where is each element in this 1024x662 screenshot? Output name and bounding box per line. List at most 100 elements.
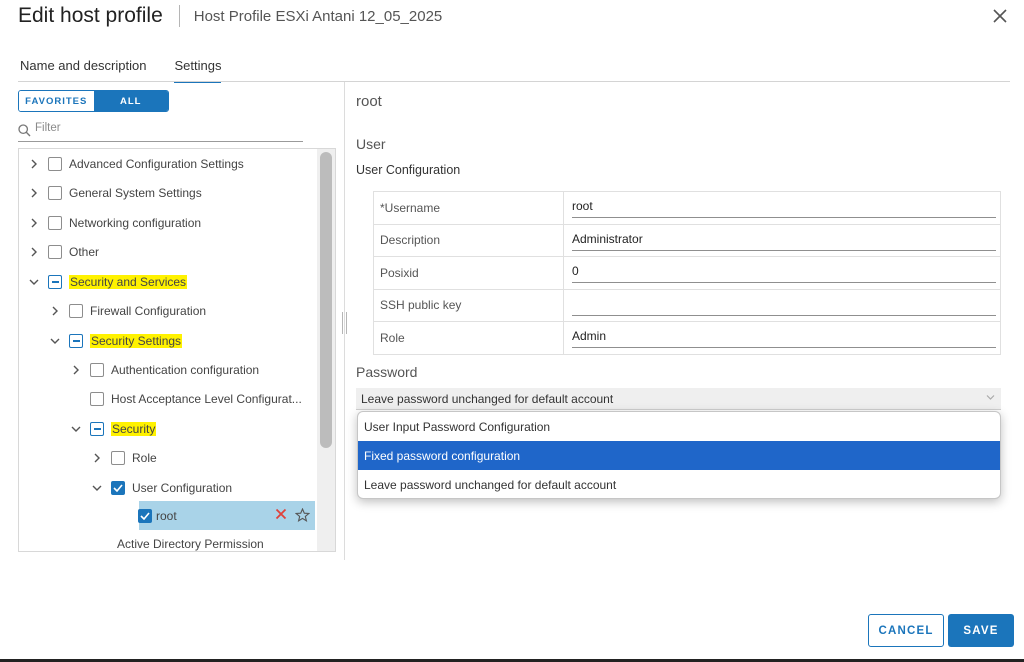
- tree-checkbox[interactable]: [69, 334, 83, 348]
- chevron-right-icon[interactable]: [69, 363, 83, 377]
- password-select[interactable]: Leave password unchanged for default acc…: [356, 388, 1001, 410]
- option-fixed-password[interactable]: Fixed password configuration: [358, 441, 1000, 470]
- tree-checkbox[interactable]: [48, 157, 62, 171]
- field-label: SSH public key: [373, 288, 564, 322]
- settings-tree: Advanced Configuration Settings General …: [18, 148, 336, 552]
- tree-item-label: Other: [69, 245, 100, 259]
- role-field[interactable]: Admin: [572, 327, 996, 349]
- tree-item-label: Security and Services: [69, 275, 188, 289]
- save-button[interactable]: SAVE: [948, 614, 1014, 647]
- tree-checkbox[interactable]: [69, 304, 83, 318]
- tree-item-active-directory-permission[interactable]: Active Directory Permission: [117, 532, 264, 551]
- favorites-toggle-button[interactable]: FAVORITES: [19, 91, 94, 111]
- user-config-table: *Username root Description Administrator…: [373, 191, 1001, 355]
- tree-item-host-acceptance-level[interactable]: Host Acceptance Level Configurat...: [90, 387, 302, 411]
- tree-item-security[interactable]: Security: [69, 417, 157, 441]
- tree-item-label: Authentication configuration: [111, 363, 260, 377]
- table-row: *Username root: [373, 191, 1001, 225]
- root-row-actions: [275, 508, 310, 522]
- tree-item-security-and-services[interactable]: Security and Services: [27, 270, 188, 294]
- dialog-header: Edit host profile Host Profile ESXi Anta…: [18, 4, 442, 28]
- chevron-right-icon[interactable]: [90, 451, 104, 465]
- tree-checkbox[interactable]: [111, 451, 125, 465]
- filter-box: [18, 120, 303, 142]
- subsection-heading: User Configuration: [356, 163, 461, 177]
- tree-item-role[interactable]: Role: [90, 446, 157, 470]
- tree-item-label: General System Settings: [69, 186, 202, 200]
- tree-item-label: Security Settings: [90, 334, 183, 348]
- posixid-field[interactable]: 0: [572, 262, 996, 284]
- tree-item-label: Advanced Configuration Settings: [69, 157, 244, 171]
- tree-item-label: Active Directory Permission: [117, 537, 264, 551]
- chevron-right-icon[interactable]: [27, 186, 41, 200]
- settings-tree-pane: FAVORITES ALL Advanced Configuration Set…: [18, 90, 336, 552]
- all-toggle-button[interactable]: ALL: [93, 91, 168, 111]
- tree-checkbox[interactable]: [138, 509, 152, 523]
- option-leave-password-unchanged[interactable]: Leave password unchanged for default acc…: [358, 470, 1000, 498]
- tree-item-label: Role: [132, 451, 157, 465]
- option-user-input-password[interactable]: User Input Password Configuration: [358, 412, 1000, 441]
- tree-item-security-settings[interactable]: Security Settings: [48, 329, 183, 353]
- detail-title: root: [356, 93, 382, 110]
- section-heading: User: [356, 136, 386, 152]
- tree-item-label: Security: [111, 422, 157, 436]
- table-row: Description Administrator: [373, 223, 1001, 257]
- tab-settings[interactable]: Settings: [174, 58, 222, 83]
- tree-item-label: User Configuration: [132, 481, 233, 495]
- tree-checkbox[interactable]: [111, 481, 125, 495]
- close-button[interactable]: [986, 2, 1014, 30]
- description-field[interactable]: Administrator: [572, 230, 996, 251]
- chevron-right-icon[interactable]: [48, 304, 62, 318]
- chevron-right-icon[interactable]: [27, 245, 41, 259]
- star-icon[interactable]: [295, 508, 310, 522]
- filter-input[interactable]: [35, 122, 295, 134]
- password-dropdown-menu: User Input Password Configuration Fixed …: [357, 411, 1001, 499]
- tree-item-label: Firewall Configuration: [90, 304, 207, 318]
- dialog-subtitle: Host Profile ESXi Antani 12_05_2025: [193, 7, 443, 25]
- table-row: Role Admin: [373, 321, 1001, 355]
- table-row: Posixid 0: [373, 256, 1001, 290]
- checkmark-icon: [113, 484, 123, 492]
- chevron-down-icon[interactable]: [69, 422, 83, 436]
- chevron-down-icon[interactable]: [90, 481, 104, 495]
- tab-name-and-description[interactable]: Name and description: [20, 58, 146, 83]
- tree-item-advanced-configuration-settings[interactable]: Advanced Configuration Settings: [27, 152, 244, 176]
- username-field[interactable]: root: [572, 197, 996, 219]
- tree-item-label: root: [156, 509, 177, 523]
- remove-icon[interactable]: [275, 508, 287, 520]
- tree-item-user-configuration[interactable]: User Configuration: [90, 476, 232, 500]
- checkmark-icon: [140, 512, 150, 520]
- tree-item-other[interactable]: Other: [27, 240, 99, 264]
- chevron-down-icon: [986, 395, 995, 400]
- tree-checkbox[interactable]: [48, 245, 62, 259]
- tree-checkbox[interactable]: [90, 422, 104, 436]
- tree-checkbox[interactable]: [90, 363, 104, 377]
- tree-checkbox[interactable]: [48, 216, 62, 230]
- tree-checkbox[interactable]: [48, 275, 62, 289]
- tree-item-networking-configuration[interactable]: Networking configuration: [27, 211, 201, 235]
- cancel-button[interactable]: CANCEL: [868, 614, 944, 647]
- tree-item-authentication-configuration[interactable]: Authentication configuration: [69, 358, 259, 382]
- password-label: Password: [356, 364, 418, 380]
- tree-checkbox[interactable]: [48, 186, 62, 200]
- tree-scrollbar-track[interactable]: [317, 149, 335, 551]
- splitter-handle[interactable]: [342, 312, 347, 334]
- tree-item-root[interactable]: root: [138, 504, 177, 528]
- dialog-title: Edit host profile: [18, 4, 163, 27]
- view-toggle: FAVORITES ALL: [18, 90, 169, 112]
- password-select-value: Leave password unchanged for default acc…: [361, 391, 614, 406]
- tree-item-label: Networking configuration: [69, 216, 202, 230]
- table-row: SSH public key: [373, 288, 1001, 322]
- chevron-down-icon[interactable]: [48, 334, 62, 348]
- chevron-right-icon[interactable]: [27, 157, 41, 171]
- tree-item-label: Host Acceptance Level Configurat...: [111, 392, 302, 406]
- field-label: *Username: [373, 191, 564, 225]
- tree-item-firewall-configuration[interactable]: Firewall Configuration: [48, 299, 206, 323]
- tree-scrollbar-thumb[interactable]: [320, 152, 332, 448]
- ssh-public-key-field[interactable]: [572, 295, 996, 316]
- tree-item-general-system-settings[interactable]: General System Settings: [27, 181, 202, 205]
- chevron-right-icon[interactable]: [27, 216, 41, 230]
- chevron-down-icon[interactable]: [27, 275, 41, 289]
- tree-checkbox[interactable]: [90, 392, 104, 406]
- field-label: Description: [373, 223, 564, 257]
